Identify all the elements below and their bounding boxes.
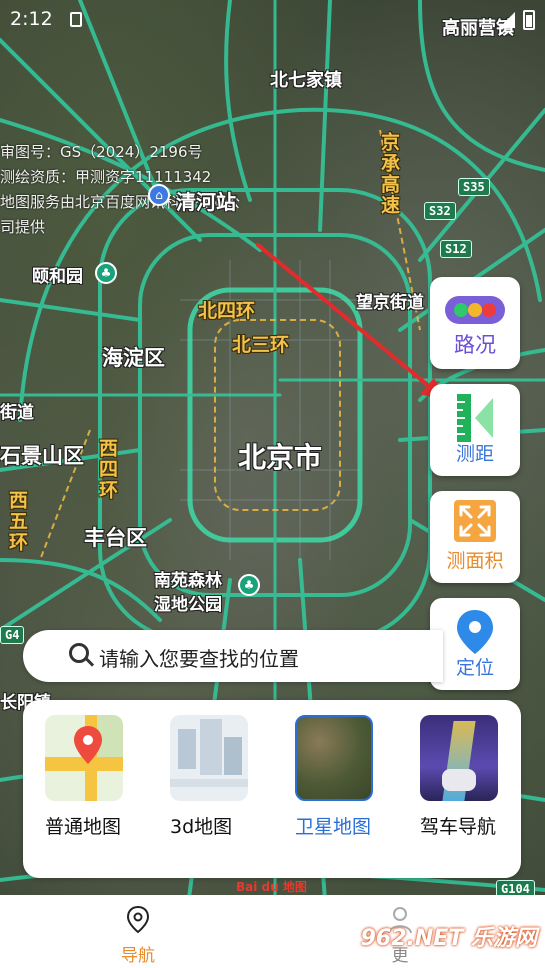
measure-area-button[interactable]: 测面积: [430, 491, 520, 583]
battery-icon: [523, 10, 535, 30]
search-icon: [69, 643, 89, 663]
label-nanyuan: 南苑森林: [154, 571, 222, 591]
label-beijing: 北京市: [238, 441, 323, 474]
nav-tab-label: 导航: [121, 946, 155, 966]
copyright-line: 司提供: [0, 218, 46, 236]
3d-map-thumbnail: [170, 715, 248, 801]
label-jiedao: 街道: [0, 403, 34, 423]
map-type-label: 普通地图: [45, 816, 122, 838]
notification-icon: [70, 12, 82, 27]
train-station-icon[interactable]: ⌂: [148, 184, 170, 206]
satellite-map-thumbnail: [295, 715, 373, 801]
map-type-3d[interactable]: 3d地图: [170, 715, 250, 843]
navigation-pin-icon: [126, 905, 150, 934]
copyright-line: 审图号：GS（2024）2196号: [0, 143, 203, 161]
map-pin-icon: [74, 726, 102, 764]
map-type-label: 驾车导航: [420, 816, 497, 838]
road-west5: 西五环: [6, 490, 28, 553]
measure-distance-button[interactable]: 测距: [430, 384, 520, 476]
map-type-driving[interactable]: 驾车导航: [420, 715, 500, 843]
park-icon[interactable]: ♣: [238, 574, 260, 596]
label-beiqijia: 北七家镇: [270, 70, 342, 91]
label-qinghe-station: 清河站: [176, 190, 236, 214]
status-bar: 2:12: [0, 0, 545, 40]
label-wangjing: 望京街道: [356, 293, 424, 313]
map-type-satellite[interactable]: 卫星地图: [295, 715, 375, 843]
map-type-label: 3d地图: [170, 816, 233, 838]
road-jingcheng: 京承高速: [378, 132, 400, 216]
expand-area-icon: [454, 500, 496, 542]
road-north3: 北三环: [232, 334, 290, 356]
road-north4: 北四环: [198, 300, 256, 322]
search-input[interactable]: 请输入您要查找的位置: [23, 630, 443, 682]
shield-g4: G4: [0, 626, 25, 644]
watermark-logo: 962.NET 乐游网: [360, 926, 537, 951]
label-haidian: 海淀区: [102, 346, 165, 370]
label-shijingshan: 石景山区: [0, 444, 84, 468]
shield-s35: S35: [458, 178, 490, 196]
search-placeholder: 请输入您要查找的位置: [99, 647, 299, 671]
driving-nav-thumbnail: [420, 715, 498, 801]
label-yiheyuan: 颐和园: [32, 267, 83, 287]
annotation-arrow: [256, 243, 448, 402]
label-fengtai: 丰台区: [84, 526, 147, 550]
locate-label: 定位: [455, 657, 494, 679]
map-type-normal[interactable]: 普通地图: [45, 715, 125, 843]
nav-tab-navigation[interactable]: 导航: [108, 905, 168, 966]
road-west4: 西四环: [96, 438, 118, 501]
park-icon[interactable]: ♣: [95, 262, 117, 284]
shield-s32: S32: [424, 202, 456, 220]
location-pin-icon: [457, 610, 493, 654]
locate-button[interactable]: 定位: [430, 598, 520, 690]
measure-area-label: 测面积: [446, 550, 504, 572]
measure-distance-label: 测距: [455, 443, 494, 465]
map-type-label: 卫星地图: [295, 816, 372, 838]
map-type-panel: 普通地图 3d地图 卫星地图 驾车导航: [23, 700, 521, 878]
ruler-icon: [457, 394, 493, 442]
signal-icon: [499, 12, 515, 28]
shield-s12: S12: [440, 240, 472, 258]
status-time: 2:12: [10, 8, 53, 30]
label-nanyuan-2: 湿地公园: [154, 595, 222, 615]
traffic-light-icon: [445, 296, 505, 324]
traffic-button[interactable]: 路况: [430, 277, 520, 369]
copyright-line: 测绘资质：甲测资字11111342: [0, 168, 212, 186]
normal-map-thumbnail: [45, 715, 123, 801]
traffic-label: 路况: [454, 333, 496, 357]
baidu-logo: Bai du 地图: [236, 880, 307, 894]
